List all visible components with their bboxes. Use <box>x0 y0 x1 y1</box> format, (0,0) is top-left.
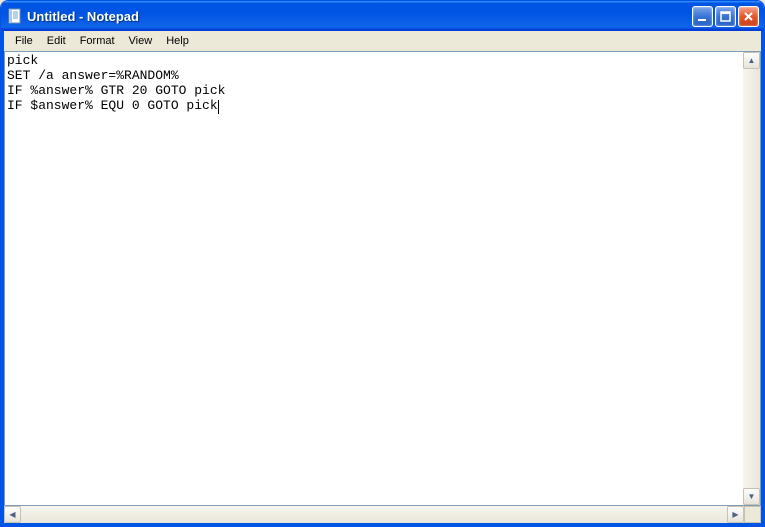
scroll-corner <box>744 506 761 523</box>
horizontal-scroll-track[interactable] <box>21 506 727 523</box>
menu-file[interactable]: File <box>8 33 40 49</box>
maximize-button[interactable] <box>715 6 736 27</box>
text-editor[interactable]: pick SET /a answer=%RANDOM% IF %answer% … <box>5 52 743 505</box>
text-caret <box>218 100 219 114</box>
editor-wrapper: pick SET /a answer=%RANDOM% IF %answer% … <box>4 51 761 506</box>
menu-format[interactable]: Format <box>73 33 122 49</box>
chevron-down-icon: ▼ <box>748 493 756 501</box>
notepad-icon <box>7 8 23 24</box>
minimize-button[interactable] <box>692 6 713 27</box>
chevron-left-icon: ◀ <box>9 511 15 519</box>
titlebar[interactable]: Untitled - Notepad <box>1 1 764 31</box>
vertical-scrollbar[interactable]: ▲ ▼ <box>743 52 760 505</box>
scroll-up-button[interactable]: ▲ <box>743 52 760 69</box>
menu-view[interactable]: View <box>122 33 160 49</box>
editor-content: pick SET /a answer=%RANDOM% IF %answer% … <box>7 53 225 113</box>
menu-edit[interactable]: Edit <box>40 33 73 49</box>
client-area: pick SET /a answer=%RANDOM% IF %answer% … <box>1 51 764 526</box>
window-title: Untitled - Notepad <box>27 9 692 24</box>
chevron-up-icon: ▲ <box>748 57 756 65</box>
close-button[interactable] <box>738 6 759 27</box>
scroll-right-button[interactable]: ▶ <box>727 506 744 523</box>
scroll-left-button[interactable]: ◀ <box>4 506 21 523</box>
horizontal-scrollbar[interactable]: ◀ ▶ <box>4 506 744 523</box>
vertical-scroll-track[interactable] <box>743 69 760 488</box>
horizontal-scrollbar-row: ◀ ▶ <box>4 506 761 523</box>
notepad-window: Untitled - Notepad File Edit Format View… <box>0 0 765 527</box>
window-controls <box>692 6 759 27</box>
scroll-down-button[interactable]: ▼ <box>743 488 760 505</box>
menu-help[interactable]: Help <box>159 33 196 49</box>
chevron-right-icon: ▶ <box>732 511 738 519</box>
menubar: File Edit Format View Help <box>1 31 764 51</box>
